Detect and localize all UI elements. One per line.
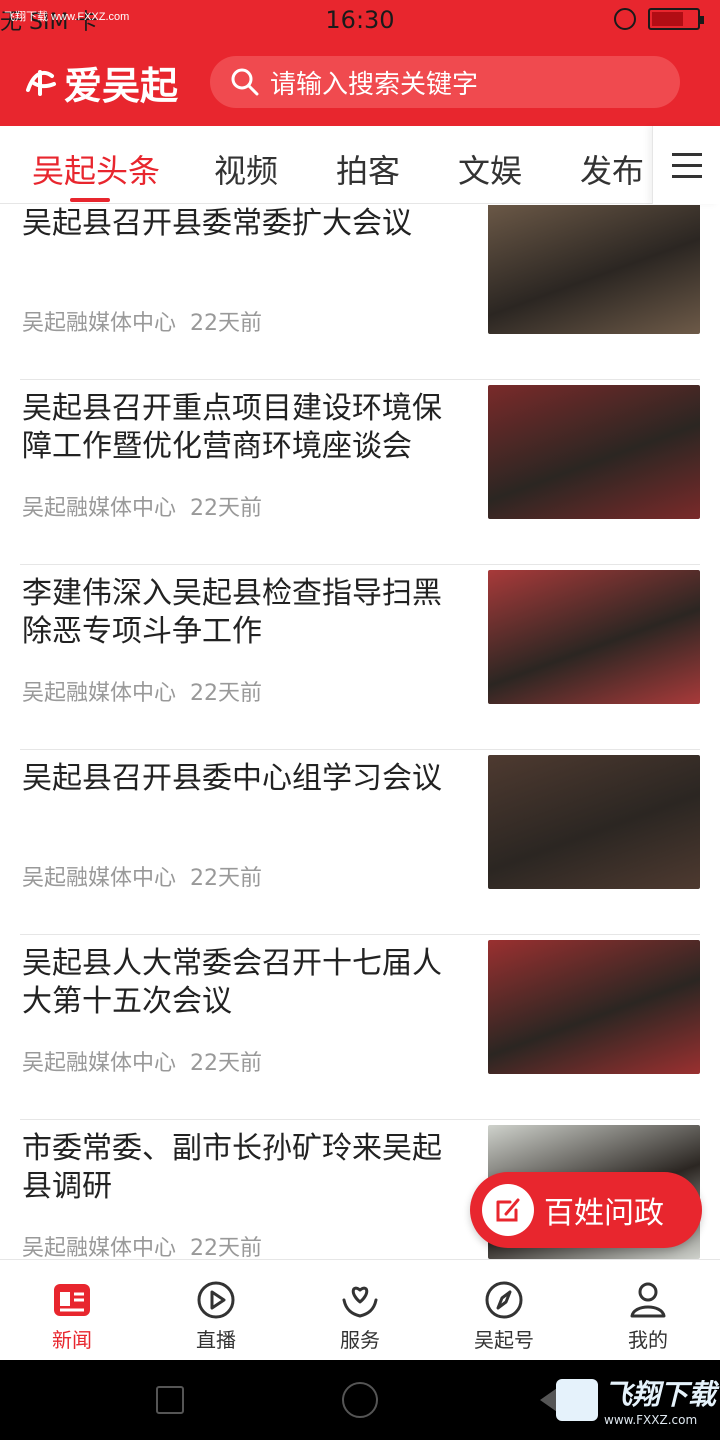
- bottom-nav: 新闻 直播 服务 吴起号 我的: [0, 1259, 720, 1360]
- watermark-text: 飞翔下载 www.FXXZ.com: [604, 1373, 716, 1427]
- nav-live[interactable]: 直播: [144, 1260, 288, 1361]
- tab-headlines[interactable]: 吴起头条: [32, 146, 160, 192]
- watermark-main: 飞翔下载: [604, 1378, 717, 1411]
- news-title: 吴起县召开县委常委扩大会议: [22, 206, 412, 241]
- battery-icon: [648, 8, 704, 30]
- news-source: 吴起融媒体中心: [22, 681, 177, 706]
- nav-label: 服务: [340, 1328, 380, 1352]
- status-bar: 无 SIM 卡 飞翔下载 www.FXXZ.com 16:30: [0, 0, 720, 40]
- news-source: 吴起融媒体中心: [22, 1051, 177, 1076]
- nav-wuqi-account[interactable]: 吴起号: [432, 1260, 576, 1361]
- news-meta: 吴起融媒体中心 22天前: [22, 305, 262, 337]
- site-watermark: 飞翔下载 www.FXXZ.com: [556, 1368, 716, 1432]
- news-time: 22天前: [190, 866, 263, 891]
- user-icon: [630, 1282, 666, 1318]
- news-meta: 吴起融媒体中心 22天前: [22, 675, 262, 707]
- edit-icon-glyph: [496, 1198, 520, 1222]
- menu-icon-bar: [671, 163, 702, 167]
- news-icon: [54, 1284, 90, 1316]
- tab-video[interactable]: 视频: [214, 146, 278, 192]
- compass-icon: [485, 1281, 523, 1319]
- play-icon: [197, 1281, 235, 1319]
- news-source: 吴起融媒体中心: [22, 866, 177, 891]
- news-item[interactable]: 吴起县召开重点项目建设环境保障工作暨优化营商环境座谈会 吴起融媒体中心 22天前: [20, 380, 700, 565]
- nav-label: 我的: [628, 1328, 668, 1352]
- tab-paike[interactable]: 拍客: [336, 146, 400, 192]
- nav-profile[interactable]: 我的: [576, 1260, 720, 1361]
- news-list: 吴起县召开县委常委扩大会议 吴起融媒体中心 22天前 吴起县召开重点项目建设环境保…: [0, 205, 720, 1259]
- news-meta: 吴起融媒体中心 22天前: [22, 1230, 262, 1259]
- news-source: 吴起融媒体中心: [22, 311, 177, 336]
- nav-label: 新闻: [52, 1328, 92, 1352]
- nav-label: 直播: [196, 1328, 236, 1352]
- news-time: 22天前: [190, 681, 263, 706]
- service-heart-icon: [342, 1286, 378, 1318]
- news-item[interactable]: 吴起县召开县委中心组学习会议 吴起融媒体中心 22天前: [20, 750, 700, 935]
- public-inquiry-label: 百姓问政: [544, 1196, 664, 1231]
- rotation-lock-icon: [614, 8, 636, 30]
- news-title: 李建伟深入吴起县检查指导扫黑除恶专项斗争工作: [22, 576, 442, 649]
- news-title: 吴起县召开重点项目建设环境保障工作暨优化营商环境座谈会: [22, 391, 442, 464]
- menu-icon-bar: [671, 174, 702, 178]
- app-logo: 爱吴起: [20, 54, 178, 110]
- watermark-logo-icon: [556, 1379, 598, 1421]
- news-thumbnail: [488, 205, 700, 334]
- tab-publish[interactable]: 发布: [580, 146, 644, 192]
- nav-label: 吴起号: [474, 1328, 534, 1352]
- news-source: 吴起融媒体中心: [22, 1236, 177, 1259]
- public-inquiry-button[interactable]: 百姓问政: [470, 1172, 702, 1248]
- news-meta: 吴起融媒体中心 22天前: [22, 490, 262, 522]
- app-name: 爱吴起: [64, 62, 179, 108]
- logo-mark-icon: [26, 70, 56, 96]
- news-thumbnail: [488, 755, 700, 889]
- category-tabs: 吴起头条 视频 拍客 文娱 发布: [0, 126, 720, 204]
- home-button[interactable]: [342, 1382, 378, 1418]
- tab-entertainment[interactable]: 文娱: [458, 146, 522, 192]
- news-meta: 吴起融媒体中心 22天前: [22, 1045, 262, 1077]
- app-header: 爱吴起 请输入搜索关键字: [0, 40, 720, 126]
- active-tab-underline: [70, 198, 110, 202]
- nav-service[interactable]: 服务: [288, 1260, 432, 1361]
- search-icon: [231, 68, 259, 96]
- news-title: 吴起县人大常委会召开十七届人大第十五次会议: [22, 946, 442, 1019]
- news-item[interactable]: 吴起县召开县委常委扩大会议 吴起融媒体中心 22天前: [20, 205, 700, 380]
- news-thumbnail: [488, 570, 700, 704]
- news-time: 22天前: [190, 311, 263, 336]
- tab-menu-button[interactable]: [652, 126, 720, 204]
- news-item[interactable]: 李建伟深入吴起县检查指导扫黑除恶专项斗争工作 吴起融媒体中心 22天前: [20, 565, 700, 750]
- news-title: 吴起县召开县委中心组学习会议: [22, 761, 442, 796]
- search-bar[interactable]: 请输入搜索关键字: [210, 56, 680, 108]
- news-thumbnail: [488, 940, 700, 1074]
- menu-icon: [671, 152, 702, 156]
- news-source: 吴起融媒体中心: [22, 496, 177, 521]
- battery-level: [652, 12, 683, 26]
- watermark-sub: www.FXXZ.com: [604, 1413, 698, 1427]
- news-time: 22天前: [190, 1236, 263, 1259]
- news-meta: 吴起融媒体中心 22天前: [22, 860, 262, 892]
- news-item[interactable]: 吴起县人大常委会召开十七届人大第十五次会议 吴起融媒体中心 22天前: [20, 935, 700, 1120]
- status-time: 16:30: [325, 6, 395, 34]
- news-time: 22天前: [190, 1051, 263, 1076]
- nav-news[interactable]: 新闻: [0, 1260, 144, 1361]
- news-thumbnail: [488, 385, 700, 519]
- recent-apps-button[interactable]: [156, 1386, 184, 1414]
- news-title: 市委常委、副市长孙矿玲来吴起县调研: [22, 1131, 442, 1204]
- system-nav-bar: 飞翔下载 www.FXXZ.com: [0, 1360, 720, 1440]
- status-icons: [614, 8, 704, 30]
- news-time: 22天前: [190, 496, 263, 521]
- search-placeholder: 请输入搜索关键字: [270, 69, 479, 100]
- edit-icon: [482, 1184, 534, 1236]
